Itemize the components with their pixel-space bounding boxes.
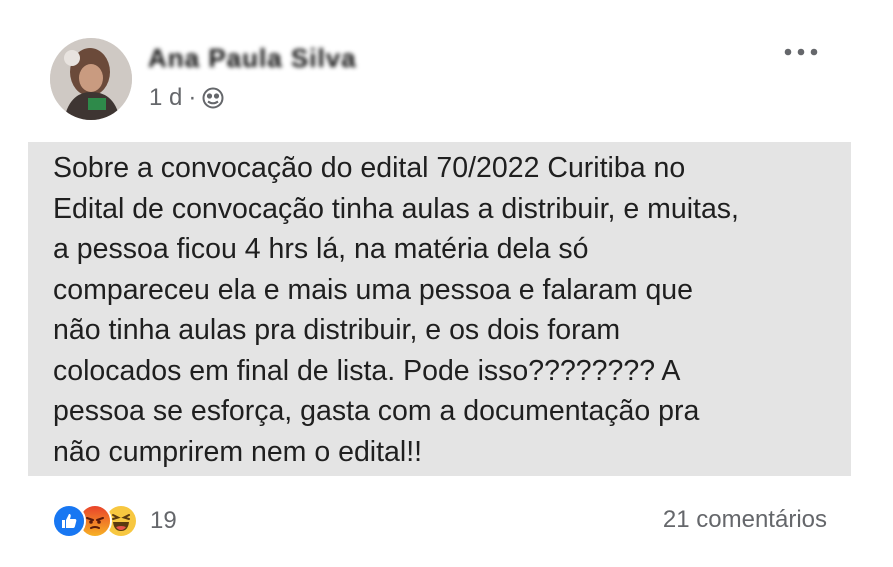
post-meta: 1 d · xyxy=(149,84,224,112)
post-text-line: Sobre a convocação do edital 70/2022 Cur… xyxy=(53,152,686,184)
globe-icon[interactable] xyxy=(202,87,224,109)
post-text-line: não cumprirem nem o edital!! xyxy=(53,435,423,468)
post-text-block: Sobre a convocação do edital 70/2022 Cur… xyxy=(28,142,851,476)
post-body: Sobre a convocação do edital 70/2022 Cur… xyxy=(53,148,841,472)
meta-separator: · xyxy=(188,84,197,111)
facebook-post: Ana Paula Silva 1 d · Sobre a convocação… xyxy=(0,0,893,567)
reaction-count[interactable]: 19 xyxy=(150,507,177,535)
more-options-button[interactable] xyxy=(781,40,821,64)
post-text-line: não tinha aulas pra distribuir, e os doi… xyxy=(53,314,621,346)
reactions-summary[interactable]: 19 xyxy=(52,504,177,538)
avatar-image xyxy=(50,38,132,120)
post-text-line: pessoa se esforça, gasta com a documenta… xyxy=(53,395,700,427)
more-horizontal-icon xyxy=(784,48,818,56)
post-text-line: compareceu ela e mais uma pessoa e falar… xyxy=(53,273,694,306)
author-name-text: Ana Paula Silva xyxy=(148,43,357,73)
comments-count-link[interactable]: 21 comentários xyxy=(663,506,827,534)
post-time[interactable]: 1 d xyxy=(149,84,182,112)
post-text-line: colocados em final de lista. Pode isso??… xyxy=(53,354,681,387)
author-name[interactable]: Ana Paula Silva xyxy=(148,40,378,76)
like-icon xyxy=(52,504,86,538)
author-avatar[interactable] xyxy=(50,38,132,120)
post-text-line: a pessoa ficou 4 hrs lá, na matéria dela… xyxy=(53,233,589,265)
post-text-line: Edital de convocação tinha aulas a distr… xyxy=(53,192,739,225)
